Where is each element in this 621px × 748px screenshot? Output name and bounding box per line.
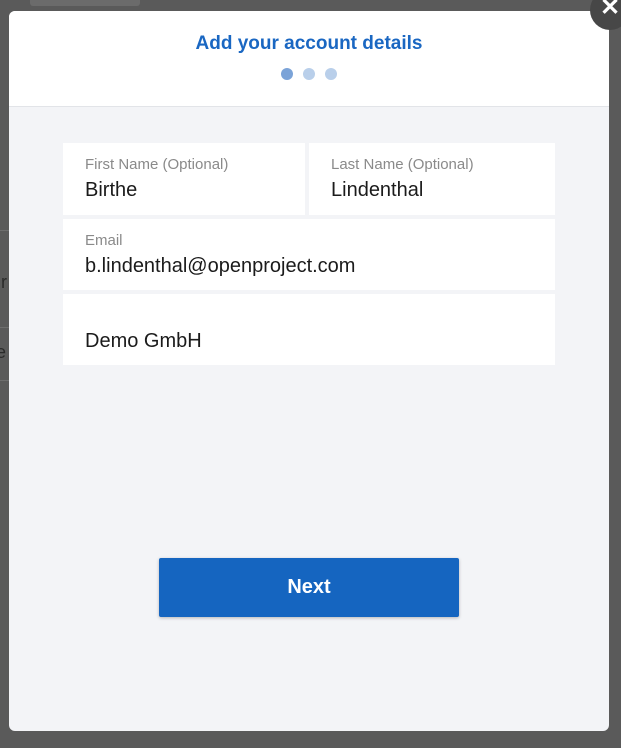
last-name-field[interactable]: Last Name (Optional) Lindenthal bbox=[309, 143, 555, 215]
close-icon: ✕ bbox=[599, 0, 621, 21]
background-text: ır bbox=[0, 272, 7, 292]
step-dot-2 bbox=[303, 68, 315, 80]
last-name-label: Last Name (Optional) bbox=[331, 156, 474, 173]
background-text: e bbox=[0, 342, 7, 362]
first-name-value: Birthe bbox=[85, 179, 138, 201]
email-label: Email bbox=[85, 232, 123, 249]
background-tab-strip bbox=[30, 0, 140, 6]
first-name-label: First Name (Optional) bbox=[85, 156, 229, 173]
modal-title: Add your account details bbox=[195, 33, 423, 54]
step-dot-1 bbox=[281, 68, 293, 80]
email-field[interactable]: Email b.lindenthal@openproject.com bbox=[63, 219, 555, 290]
first-name-field[interactable]: First Name (Optional) Birthe bbox=[63, 143, 305, 215]
next-button[interactable]: Next bbox=[159, 558, 459, 617]
account-details-modal: Add your account details First Name (Opt… bbox=[9, 11, 609, 731]
company-value: Demo GmbH bbox=[85, 330, 202, 352]
step-indicator bbox=[9, 68, 609, 80]
email-value: b.lindenthal@openproject.com bbox=[85, 255, 356, 277]
last-name-value: Lindenthal bbox=[331, 179, 424, 201]
modal-header: Add your account details bbox=[9, 11, 609, 107]
step-dot-3 bbox=[325, 68, 337, 80]
company-field[interactable]: Demo GmbH bbox=[63, 294, 555, 365]
